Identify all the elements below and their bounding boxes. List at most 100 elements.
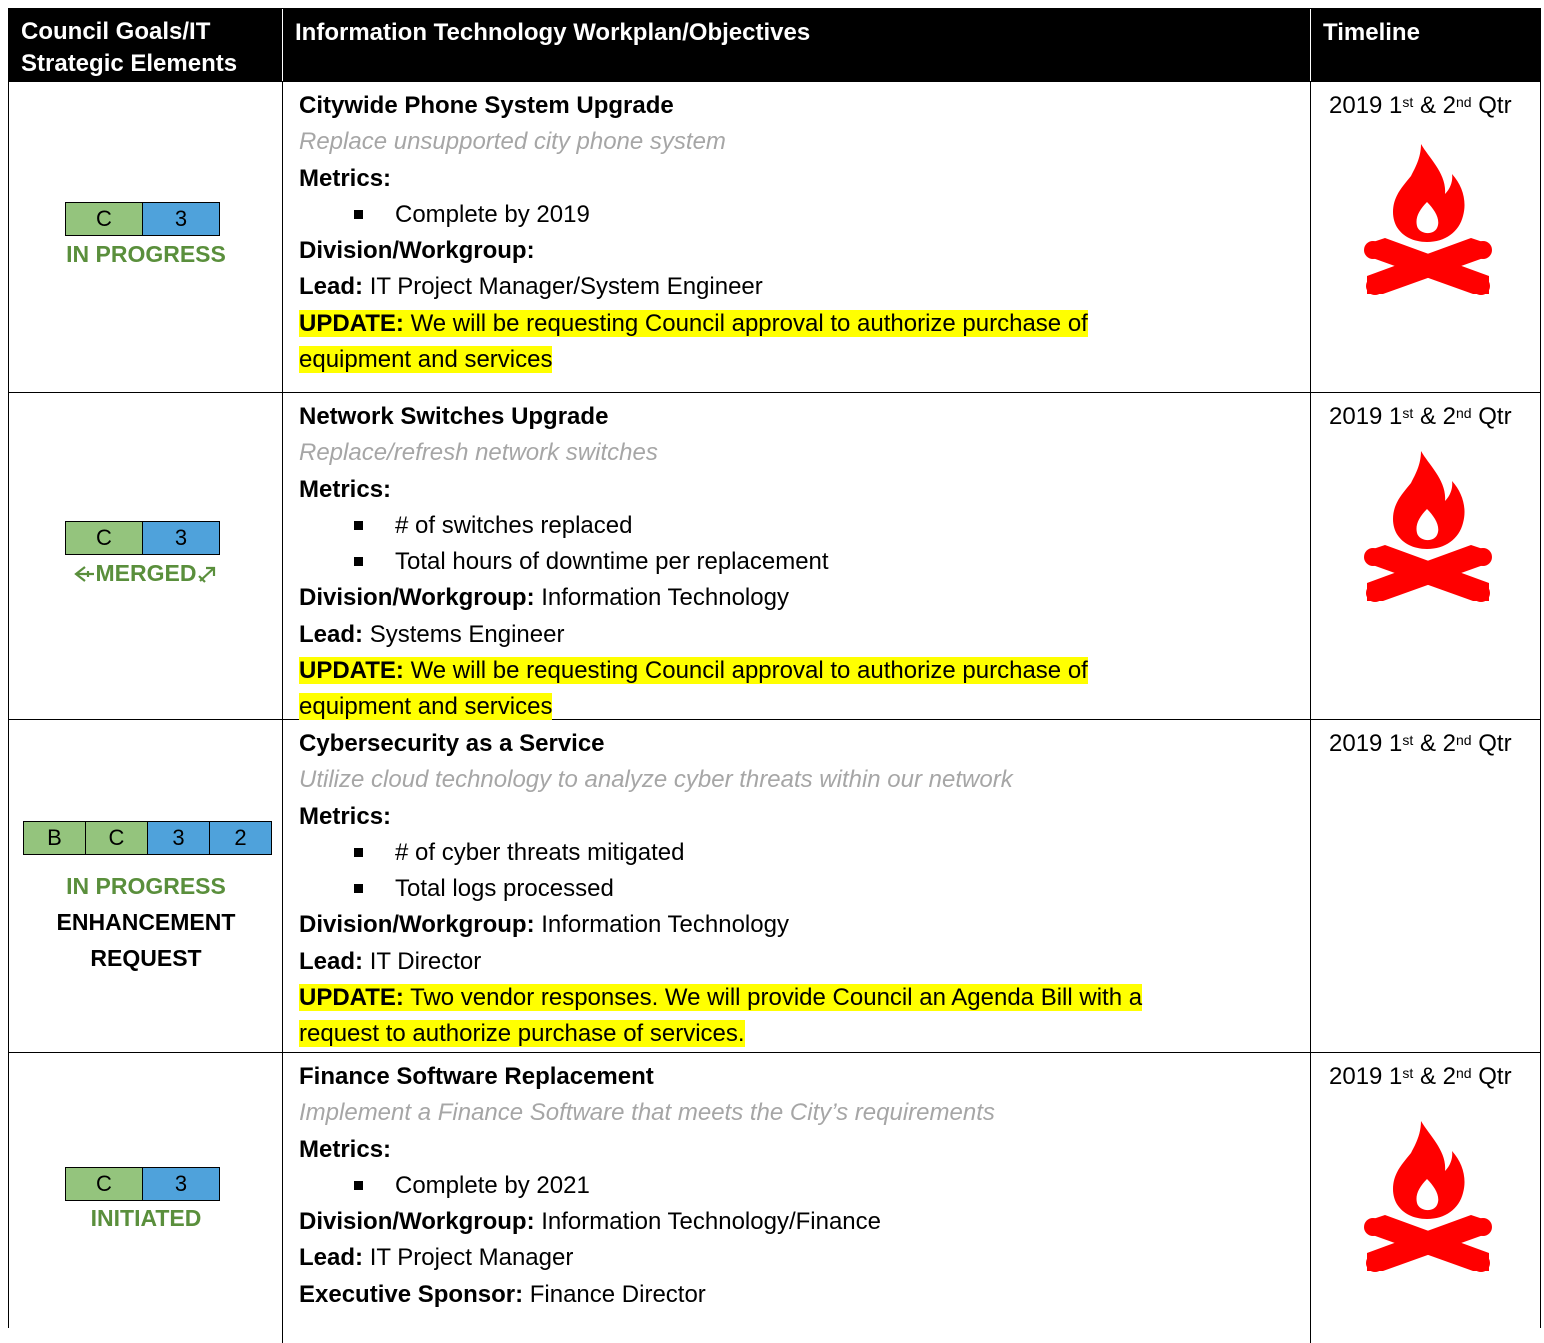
table-row: C 3 MERGED Network Switches Upgrade Repl… [9, 393, 1540, 721]
sponsor-value: Finance Director [529, 1280, 706, 1308]
division-value: Information Technology/Finance [541, 1208, 881, 1236]
status-label: ENHANCEMENT [56, 909, 236, 935]
goal-badge: 3 [142, 202, 220, 236]
header-objectives-label: Information Technology Workplan/Objectiv… [295, 19, 811, 46]
table-row: C 3 INITIATED Finance Software Replaceme… [9, 1053, 1540, 1343]
division-label: Division/Workgroup: [299, 1208, 535, 1236]
update-line: UPDATE: We will be requesting Council ap… [299, 653, 1299, 689]
goals-cell: B C 3 2 IN PROGRESS ENHANCEMENT REQUEST [9, 720, 283, 1052]
update-text-line1: Two vendor responses. We will provide Co… [410, 984, 1143, 1012]
metric-item: Complete by 2021 [299, 1168, 1299, 1204]
goal-badge: C [65, 1167, 143, 1201]
objective-subtitle: Implement a Finance Software that meets … [299, 1099, 995, 1127]
update-text-line1: We will be requesting Council approval t… [410, 309, 1088, 337]
lead-line: Lead: Systems Engineer [299, 617, 1299, 653]
update-label: UPDATE: [299, 309, 404, 337]
objective-subtitle: Replace/refresh network switches [299, 439, 658, 467]
goal-badge: B [23, 821, 86, 855]
header-goals-line1: Council Goals/IT [21, 18, 211, 45]
objective-title: Cybersecurity as a Service [299, 730, 605, 757]
lead-label: Lead: [299, 947, 364, 975]
goal-badge: C [85, 821, 148, 855]
merge-right-icon [196, 555, 218, 591]
header-cell-objectives: Information Technology Workplan/Objectiv… [283, 9, 1311, 81]
table-row: B C 3 2 IN PROGRESS ENHANCEMENT REQUEST … [9, 720, 1540, 1053]
lead-line: Lead: IT Project Manager [299, 1240, 1299, 1276]
goal-badge: C [65, 521, 143, 555]
metrics-label: Metrics: [299, 802, 392, 830]
update-text-line2: equipment and services [299, 346, 553, 374]
timeline-text: 2019 1st & 2nd Qtr [1329, 1063, 1512, 1090]
lead-line: Lead: IT Project Manager/System Engineer [299, 269, 1299, 305]
status-label: MERGED [9, 555, 283, 591]
metric-item: # of switches replaced [299, 508, 1299, 544]
metrics-label: Metrics: [299, 475, 392, 503]
status-label: IN PROGRESS [66, 241, 226, 267]
division-label: Division/Workgroup: [299, 584, 535, 612]
goal-badges: C 3 [65, 202, 220, 236]
goal-badges: C 3 [65, 521, 220, 555]
objective-cell: Cybersecurity as a Service Utilize cloud… [283, 720, 1311, 1052]
division-line: Division/Workgroup: Information Technolo… [299, 1204, 1299, 1240]
objective-title: Finance Software Replacement [299, 1063, 654, 1090]
header-goals-line2: Strategic Elements [21, 50, 238, 77]
lead-value: IT Director [369, 947, 482, 975]
timeline-cell: 2019 1st & 2nd Qtr [1311, 393, 1540, 719]
table-header: Council Goals/IT Strategic Elements Info… [9, 9, 1540, 82]
goal-badge: 3 [142, 521, 220, 555]
header-cell-goals: Council Goals/IT Strategic Elements [9, 9, 283, 81]
lead-label: Lead: [299, 273, 364, 301]
lead-value: IT Project Manager [369, 1244, 574, 1272]
goal-badge: C [65, 202, 143, 236]
goals-cell: C 3 MERGED [9, 393, 283, 719]
division-label: Division/Workgroup: [299, 237, 535, 265]
metric-item: Total hours of downtime per replacement [299, 544, 1299, 580]
division-value: Information Technology [541, 911, 789, 939]
status-label: INITIATED [90, 1205, 202, 1231]
workplan-table: Council Goals/IT Strategic Elements Info… [8, 8, 1541, 1343]
goal-badge: 3 [147, 821, 210, 855]
division-line: Division/Workgroup: Information Technolo… [299, 907, 1299, 943]
timeline-cell: 2019 1st & 2nd Qtr [1311, 720, 1540, 1052]
update-text-line1: We will be requesting Council approval t… [410, 657, 1088, 685]
campfire-icon [1364, 1121, 1492, 1272]
update-line: UPDATE: Two vendor responses. We will pr… [299, 980, 1299, 1016]
goal-badges: B C 3 2 [23, 821, 272, 855]
metrics-label: Metrics: [299, 164, 392, 192]
status-label: IN PROGRESS [66, 873, 226, 899]
lead-value: IT Project Manager/System Engineer [369, 273, 763, 301]
metrics-label: Metrics: [299, 1135, 392, 1163]
update-text-line2: request to authorize purchase of service… [299, 1020, 745, 1048]
objective-title: Citywide Phone System Upgrade [299, 92, 674, 119]
campfire-icon [1364, 144, 1492, 295]
header-timeline-label: Timeline [1323, 19, 1420, 46]
status-label: REQUEST [90, 945, 202, 971]
division-line: Division/Workgroup: Information Technolo… [299, 580, 1299, 616]
metrics-list: # of switches replaced Total hours of do… [299, 508, 1299, 581]
objective-title: Network Switches Upgrade [299, 403, 609, 430]
timeline-text: 2019 1st & 2nd Qtr [1329, 403, 1512, 430]
table-row: C 3 IN PROGRESS Citywide Phone System Up… [9, 82, 1540, 393]
lead-label: Lead: [299, 620, 364, 648]
division-line: Division/Workgroup: [299, 233, 1299, 269]
update-text-line2: equipment and services [299, 693, 553, 721]
goal-badges: C 3 [65, 1167, 220, 1201]
timeline-text: 2019 1st & 2nd Qtr [1329, 730, 1512, 757]
lead-line: Lead: IT Director [299, 944, 1299, 980]
goals-cell: C 3 INITIATED [9, 1053, 283, 1343]
goal-badge: 3 [142, 1167, 220, 1201]
update-label: UPDATE: [299, 984, 404, 1012]
objective-cell: Citywide Phone System Upgrade Replace un… [283, 82, 1311, 392]
division-value: Information Technology [541, 584, 789, 612]
sponsor-label: Executive Sponsor: [299, 1280, 524, 1308]
timeline-text: 2019 1st & 2nd Qtr [1329, 92, 1512, 119]
update-line: UPDATE: We will be requesting Council ap… [299, 306, 1299, 342]
metric-item: Total logs processed [299, 871, 1299, 907]
timeline-cell: 2019 1st & 2nd Qtr [1311, 1053, 1540, 1343]
metric-item: # of cyber threats mitigated [299, 835, 1299, 871]
goals-cell: C 3 IN PROGRESS [9, 82, 283, 392]
lead-label: Lead: [299, 1244, 364, 1272]
objective-cell: Finance Software Replacement Implement a… [283, 1053, 1311, 1343]
goal-badge: 2 [209, 821, 272, 855]
update-label: UPDATE: [299, 657, 404, 685]
